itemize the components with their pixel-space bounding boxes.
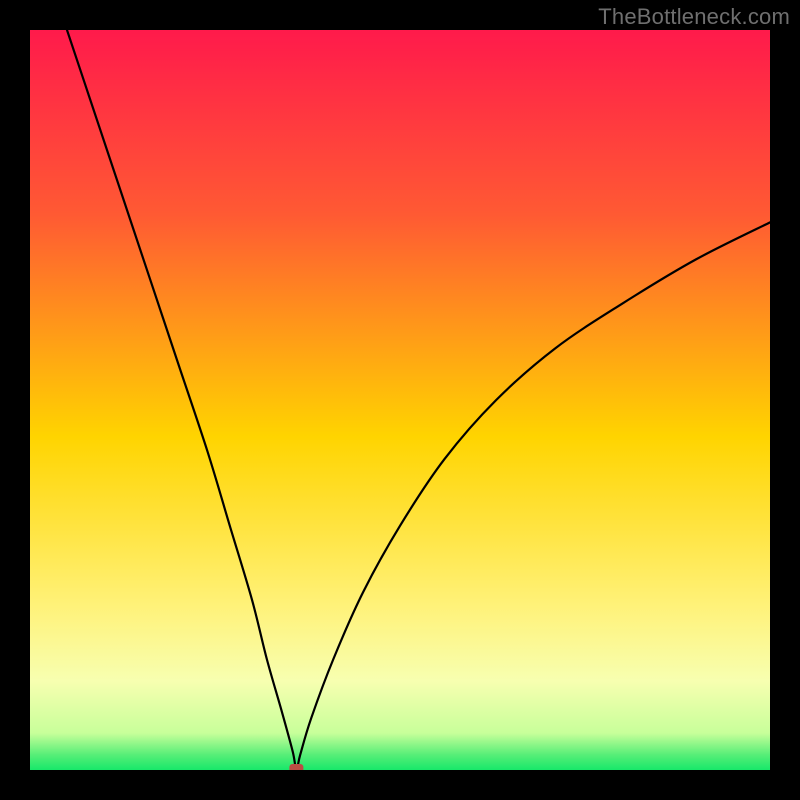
plot-area <box>30 30 770 770</box>
watermark-text: TheBottleneck.com <box>598 4 790 30</box>
minimum-marker <box>289 764 303 770</box>
chart-frame: TheBottleneck.com <box>0 0 800 800</box>
bottleneck-curve <box>67 30 770 770</box>
chart-svg <box>30 30 770 770</box>
